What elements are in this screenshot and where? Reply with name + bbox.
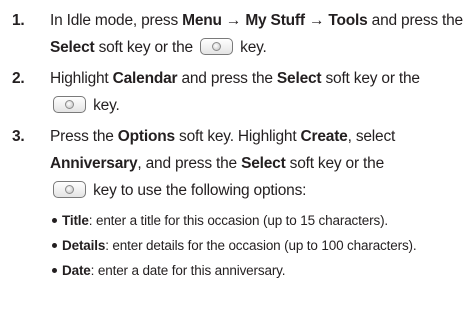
step-text: soft key or the xyxy=(94,39,198,56)
step-text: key. xyxy=(236,39,267,56)
step-text: soft key or the xyxy=(285,155,385,172)
option-text: : enter details for the occasion (up to … xyxy=(105,238,417,253)
option-label: Date xyxy=(62,263,91,278)
step-text: and press the xyxy=(177,70,277,87)
ok-center-key-icon xyxy=(200,38,234,55)
option-text: : enter a date for this anniversary. xyxy=(90,263,286,278)
option-item-title: Title: enter a title for this occasion (… xyxy=(50,208,464,233)
step-text: , and press the xyxy=(137,155,242,172)
step-text: key to use the following options: xyxy=(89,182,307,199)
calendar-label: Calendar xyxy=(112,70,178,87)
step-text: key. xyxy=(89,97,120,114)
step-1: 1. In Idle mode, press Menu → My Stuff →… xyxy=(12,7,464,61)
option-text: : enter a title for this occasion (up to… xyxy=(88,213,389,228)
option-item-date: Date: enter a date for this anniversary. xyxy=(50,258,464,283)
instructions-page: 1. In Idle mode, press Menu → My Stuff →… xyxy=(0,0,472,311)
option-label: Title xyxy=(62,213,89,228)
option-item-details: Details: enter details for the occasion … xyxy=(50,233,464,258)
step-number: 2. xyxy=(12,70,25,87)
step-text: soft key or the xyxy=(321,70,420,87)
select-label: Select xyxy=(276,70,322,87)
arrow-text: → xyxy=(304,12,329,29)
menu-label: Menu xyxy=(182,12,222,29)
ok-center-key-icon xyxy=(53,181,86,198)
tools-label: Tools xyxy=(328,12,368,29)
step-text: soft key. Highlight xyxy=(174,128,301,145)
step-text: , select xyxy=(347,128,396,145)
step-number: 3. xyxy=(12,128,25,145)
options-label: Options xyxy=(117,128,175,145)
ok-center-key-icon xyxy=(53,96,86,113)
create-label: Create xyxy=(300,128,348,145)
select-label: Select xyxy=(241,155,286,172)
step-text: Press the xyxy=(50,128,118,145)
step-3: 3. Press the Options soft key. Highlight… xyxy=(12,123,464,283)
select-label: Select xyxy=(50,39,95,56)
option-label: Details xyxy=(62,238,106,253)
step-text: Highlight xyxy=(50,70,113,87)
anniversary-label: Anniversary xyxy=(50,155,138,172)
options-list: Title: enter a title for this occasion (… xyxy=(50,208,464,283)
step-2: 2. Highlight Calendar and press the Sele… xyxy=(12,65,464,119)
my-stuff-label: My Stuff xyxy=(245,12,305,29)
step-number: 1. xyxy=(12,12,25,29)
arrow-text: → xyxy=(221,12,246,29)
step-text: In Idle mode, press xyxy=(50,12,183,29)
step-text: and press the xyxy=(367,12,464,29)
